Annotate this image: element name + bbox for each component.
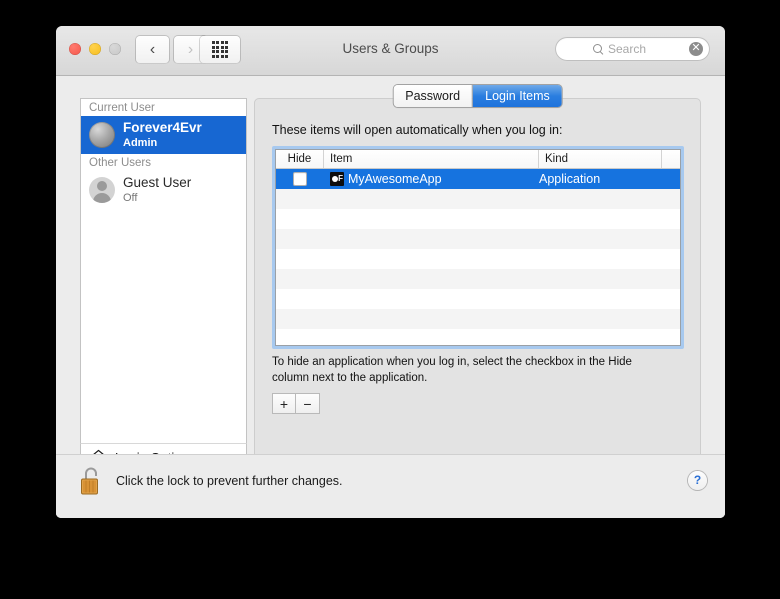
item-name: MyAwesomeApp: [348, 172, 442, 186]
window-body: Current User Forever4Evr Admin Other Use…: [56, 76, 725, 518]
hide-checkbox[interactable]: [293, 172, 307, 186]
login-items-table[interactable]: Hide Item Kind MyAwesomeApp Appl: [272, 146, 684, 349]
unlocked-padlock-icon[interactable]: [80, 465, 104, 497]
hide-checkbox-cell[interactable]: [276, 169, 324, 189]
table-row-empty[interactable]: [276, 209, 680, 229]
search-icon: [593, 43, 604, 55]
guest-avatar-icon: [89, 177, 115, 203]
column-header-spacer: [662, 150, 680, 168]
login-items-add-remove-toolbar: + −: [272, 393, 320, 414]
clear-search-icon[interactable]: ✕: [689, 42, 703, 56]
table-row-empty[interactable]: [276, 329, 680, 345]
user-status: Off: [123, 191, 138, 204]
user-name-block: Forever4Evr Admin: [123, 120, 202, 149]
remove-login-item-button[interactable]: −: [296, 393, 320, 414]
hint-line-2: column next to the application.: [272, 371, 428, 384]
window-titlebar: ‹ › Users & Groups Search ✕: [56, 26, 725, 76]
lock-message: Click the lock to prevent further change…: [116, 474, 343, 488]
table-row[interactable]: MyAwesomeApp Application: [276, 169, 680, 189]
column-header-hide[interactable]: Hide: [276, 150, 324, 168]
sidebar-group-header-current: Current User: [81, 99, 246, 116]
lock-bar: Click the lock to prevent further change…: [56, 454, 725, 518]
kind-cell: Application: [539, 172, 601, 186]
sidebar-item-forever4evr[interactable]: Forever4Evr Admin: [81, 116, 246, 154]
user-name: Guest User: [123, 175, 192, 191]
table-row-empty[interactable]: [276, 189, 680, 209]
application-icon: [330, 172, 344, 186]
user-status: Admin: [123, 136, 158, 149]
login-items-table-inner: Hide Item Kind MyAwesomeApp Appl: [275, 149, 681, 346]
tab-password[interactable]: Password: [393, 85, 473, 107]
login-items-panel: Password Login Items These items will op…: [254, 85, 701, 491]
table-row-empty[interactable]: [276, 309, 680, 329]
table-header-row: Hide Item Kind: [276, 150, 680, 169]
item-cell: MyAwesomeApp: [324, 169, 539, 189]
sidebar-group-header-other: Other Users: [81, 154, 246, 171]
hide-column-hint: To hide an application when you log in, …: [272, 355, 672, 386]
table-row-empty[interactable]: [276, 289, 680, 309]
tab-login-items[interactable]: Login Items: [472, 85, 562, 107]
search-placeholder: Search: [608, 42, 647, 56]
users-and-groups-window: ‹ › Users & Groups Search ✕ Current User: [56, 26, 725, 518]
help-button[interactable]: ?: [688, 471, 707, 490]
hint-line-1: To hide an application when you log in, …: [272, 356, 632, 368]
tab-bar: Password Login Items: [393, 85, 562, 107]
table-row-empty[interactable]: [276, 249, 680, 269]
sidebar-item-guest-user[interactable]: Guest User Off: [81, 171, 246, 209]
user-name-block: Guest User Off: [123, 175, 191, 204]
user-avatar-icon: [89, 122, 115, 148]
column-header-kind[interactable]: Kind: [539, 150, 662, 168]
column-header-item[interactable]: Item: [324, 150, 539, 168]
table-row-empty[interactable]: [276, 269, 680, 289]
table-row-empty[interactable]: [276, 229, 680, 249]
user-name: Forever4Evr: [123, 120, 202, 136]
users-sidebar: Current User Forever4Evr Admin Other Use…: [80, 98, 247, 443]
add-login-item-button[interactable]: +: [272, 393, 296, 414]
panel-intro-text: These items will open automatically when…: [272, 123, 563, 137]
search-field[interactable]: Search ✕: [555, 37, 710, 61]
